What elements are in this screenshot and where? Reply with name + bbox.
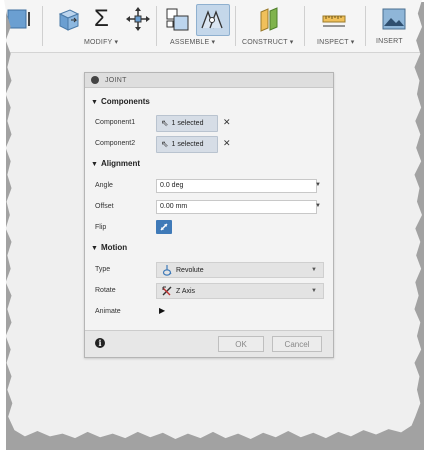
move-icon[interactable] xyxy=(125,6,151,32)
sigma-parameters-icon[interactable]: Σ xyxy=(94,6,109,32)
ok-button[interactable]: OK xyxy=(218,336,264,352)
component2-label: Component2 xyxy=(95,140,136,147)
rotate-label: Rotate xyxy=(95,287,116,294)
offset-dropdown-caret-icon[interactable]: ▼ xyxy=(315,203,321,209)
dialog-title: JOINT xyxy=(105,76,127,84)
clear-component2-button[interactable]: ✕ xyxy=(223,138,231,149)
animate-label: Animate xyxy=(95,308,121,315)
component2-value: 1 selected xyxy=(171,141,204,148)
flip-icon xyxy=(160,223,168,231)
angle-label: Angle xyxy=(95,182,113,189)
dialog-status-icon xyxy=(91,76,99,84)
alignment-section-header[interactable]: ▼ Alignment xyxy=(91,159,140,168)
cancel-button[interactable]: Cancel xyxy=(272,336,322,352)
info-icon[interactable]: i xyxy=(95,338,105,348)
torn-page: Σ MODIFY ▾ ASSEMBLE ▾ CONSTRUCT ▾ INSPEC… xyxy=(4,0,422,440)
flip-label: Flip xyxy=(95,224,107,231)
motion-section-header[interactable]: ▼ Motion xyxy=(91,243,127,252)
toolbar-separator xyxy=(304,6,305,46)
offset-plane-icon[interactable] xyxy=(256,6,284,32)
new-component-icon[interactable] xyxy=(164,6,192,32)
offset-input[interactable]: 0.00 mm xyxy=(156,200,317,214)
cursor-select-icon: ⇖ xyxy=(161,139,169,149)
insert-menu[interactable]: INSERT xyxy=(376,38,403,45)
revolute-icon xyxy=(162,265,172,276)
press-pull-icon[interactable] xyxy=(56,6,82,32)
angle-dropdown-caret-icon[interactable]: ▼ xyxy=(315,182,321,188)
toolbar-separator xyxy=(156,6,157,46)
chevron-down-icon: ▼ xyxy=(311,267,317,273)
rotate-axis-value: Z Axis xyxy=(176,287,196,295)
clear-component1-button[interactable]: ✕ xyxy=(223,117,231,128)
component2-selection[interactable]: ⇖ 1 selected xyxy=(156,136,218,153)
construct-menu[interactable]: CONSTRUCT ▾ xyxy=(242,38,293,46)
toolbar-separator xyxy=(365,6,366,46)
toolbar-separator xyxy=(235,6,236,46)
dialog-header[interactable]: JOINT xyxy=(85,73,333,88)
joint-type-dropdown[interactable]: Revolute ▼ xyxy=(156,262,324,278)
assemble-menu[interactable]: ASSEMBLE ▾ xyxy=(170,38,215,46)
component1-value: 1 selected xyxy=(171,120,204,127)
insert-image-icon[interactable] xyxy=(380,6,408,32)
collapse-triangle-icon: ▼ xyxy=(91,245,98,252)
component1-selection[interactable]: ⇖ 1 selected xyxy=(156,115,218,132)
dialog-footer: i OK Cancel xyxy=(85,330,333,357)
chevron-down-icon: ▼ xyxy=(311,288,317,294)
ribbon-toolbar: Σ MODIFY ▾ ASSEMBLE ▾ CONSTRUCT ▾ INSPEC… xyxy=(4,0,422,53)
modify-menu[interactable]: MODIFY ▾ xyxy=(84,38,118,46)
inspect-menu[interactable]: INSPECT ▾ xyxy=(317,38,354,46)
toolbar-separator xyxy=(42,6,43,46)
play-animation-icon[interactable]: ▶ xyxy=(159,306,165,315)
cursor-select-icon: ⇖ xyxy=(161,118,169,128)
joint-dialog: JOINT ▼ Components Component1 ⇖ 1 selecte… xyxy=(84,72,334,358)
z-axis-icon xyxy=(162,286,172,296)
angle-input[interactable]: 0.0 deg xyxy=(156,179,317,193)
component1-label: Component1 xyxy=(95,119,136,126)
rotate-axis-dropdown[interactable]: Z Axis ▼ xyxy=(156,283,324,299)
joint-icon[interactable] xyxy=(198,6,226,32)
joint-type-value: Revolute xyxy=(176,266,204,274)
offset-label: Offset xyxy=(95,203,114,210)
flip-button[interactable] xyxy=(156,220,172,234)
type-label: Type xyxy=(95,266,111,273)
collapse-triangle-icon: ▼ xyxy=(91,99,98,106)
collapse-triangle-icon: ▼ xyxy=(91,161,98,168)
components-section-header[interactable]: ▼ Components xyxy=(91,97,150,106)
measure-icon[interactable] xyxy=(320,6,348,32)
